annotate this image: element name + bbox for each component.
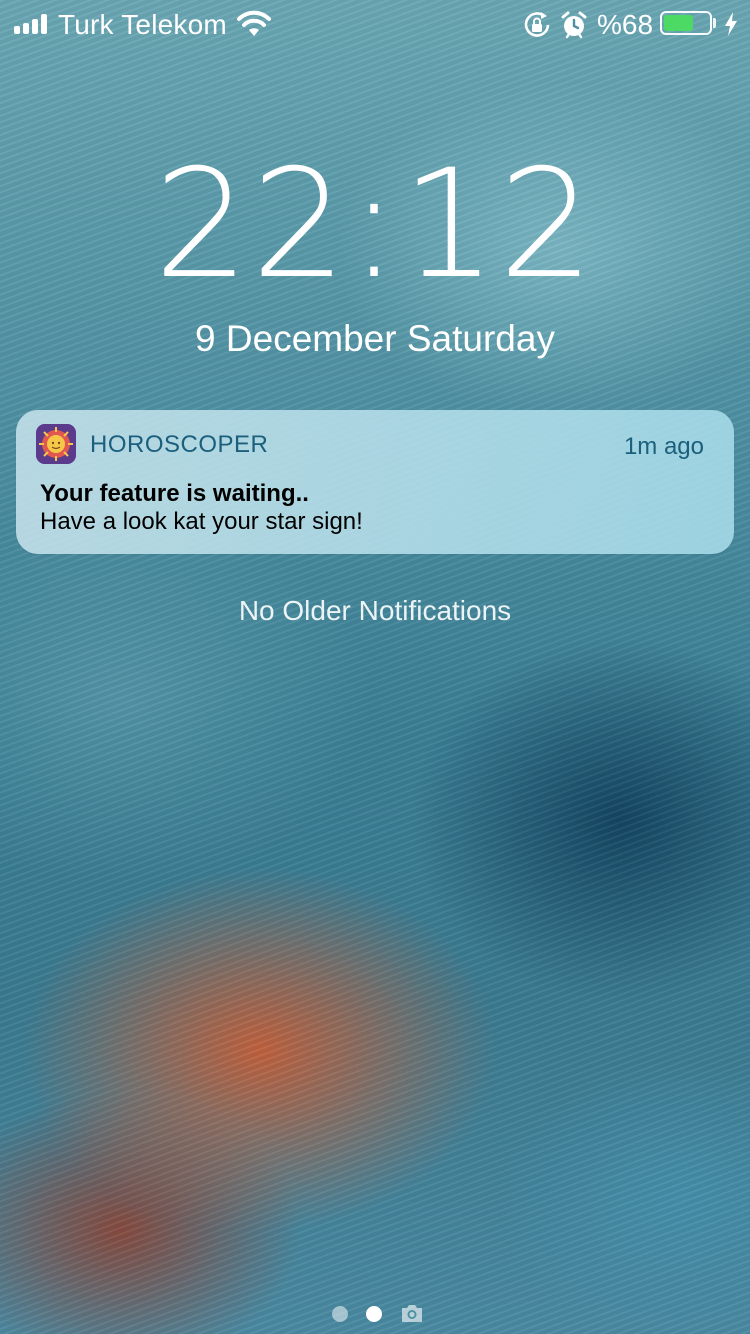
no-older-notifications-label: No Older Notifications — [238, 595, 512, 626]
wifi-icon — [237, 10, 271, 36]
notification-body: Have a look kat your star sign! — [40, 508, 363, 535]
battery-icon — [660, 11, 712, 35]
camera-icon[interactable] — [400, 1302, 424, 1324]
lock-screen-date: 9 December Saturday — [195, 318, 555, 359]
notification-card[interactable]: HOROSCOPER 1m ago Your feature is waitin… — [16, 410, 734, 554]
battery-nub — [713, 18, 716, 28]
rotation-lock-icon — [524, 12, 550, 37]
page-indicator[interactable] — [330, 1302, 430, 1326]
notification-timestamp: 1m ago — [623, 433, 704, 460]
status-bar: Turk Telekom %68 — [0, 0, 750, 50]
page-dot-1[interactable] — [332, 1306, 348, 1322]
battery-level-fill — [664, 15, 693, 31]
lightning-bolt-icon — [725, 12, 737, 36]
signal-bars-icon — [14, 14, 47, 34]
lock-screen-time: 22:12 — [153, 138, 597, 312]
carrier-name: Turk Telekom — [58, 9, 227, 40]
horoscope-sun-icon — [36, 424, 76, 464]
battery-percentage: %68 — [597, 9, 654, 40]
notification-app-name: HOROSCOPER — [90, 431, 269, 458]
page-dot-2-current[interactable] — [366, 1306, 382, 1322]
alarm-icon — [561, 11, 587, 39]
notification-title: Your feature is waiting.. — [40, 480, 309, 507]
